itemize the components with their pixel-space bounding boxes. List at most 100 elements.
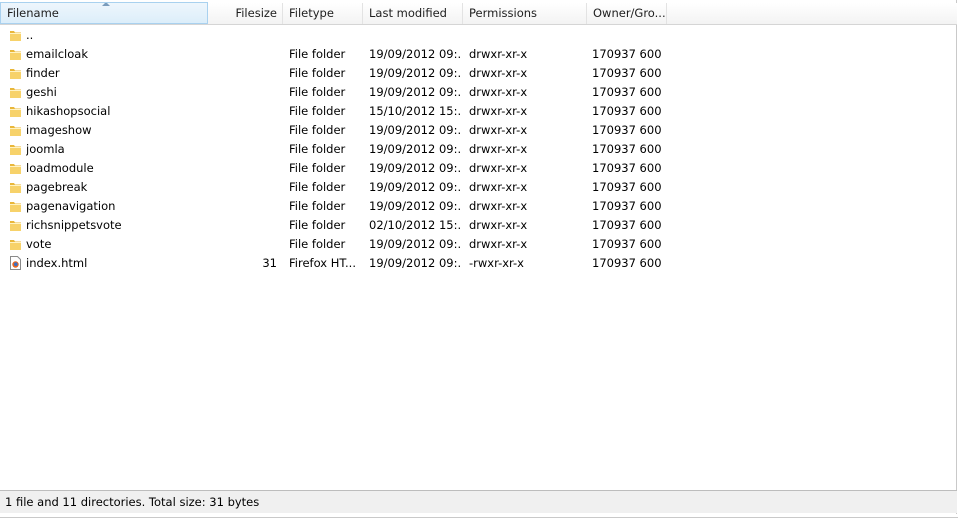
last-modified-cell: 15/10/2012 15:... <box>369 104 461 118</box>
column-header-filesize-label: Filesize <box>235 6 277 20</box>
permissions-cell: drwxr-xr-x <box>469 104 528 118</box>
last-modified-cell <box>369 26 461 45</box>
file-size-cell <box>208 178 277 197</box>
column-header-filetype[interactable]: Filetype <box>283 3 363 24</box>
file-size-cell <box>208 216 277 235</box>
last-modified-cell: 19/09/2012 09:... <box>369 85 461 99</box>
folder-icon <box>9 218 22 232</box>
remote-file-list-pane: Filename Filesize Filetype Last modified… <box>0 0 957 514</box>
last-modified-cell: 19/09/2012 09:... <box>369 256 461 270</box>
file-type-cell: File folder <box>289 47 346 61</box>
folder-icon <box>9 199 22 213</box>
folder-icon <box>9 85 22 99</box>
column-header-filetype-label: Filetype <box>289 6 334 20</box>
last-modified-cell: 19/09/2012 09:... <box>369 66 461 80</box>
file-type-cell: File folder <box>289 142 346 156</box>
file-name-cell: imageshow <box>26 123 92 137</box>
file-size-cell <box>208 235 277 254</box>
file-size-cell <box>208 140 277 159</box>
folder-icon <box>9 66 22 80</box>
table-row[interactable]: emailcloak File folder 19/09/2012 09:... dr… <box>0 45 957 64</box>
table-row[interactable]: imageshow File folder 19/09/2012 09:... drw… <box>0 121 957 140</box>
column-header-bar: Filename Filesize Filetype Last modified… <box>0 2 957 25</box>
status-bar: 1 file and 11 directories. Total size: 3… <box>0 490 957 513</box>
permissions-cell: drwxr-xr-x <box>469 237 528 251</box>
table-row[interactable]: pagebreak File folder 19/09/2012 09:... drw… <box>0 178 957 197</box>
file-type-cell: File folder <box>289 199 346 213</box>
permissions-cell: drwxr-xr-x <box>469 123 528 137</box>
file-list: .. emailcloak File folder 19/09/2012 09:...… <box>0 26 957 273</box>
file-type-cell: File folder <box>289 123 346 137</box>
folder-icon <box>9 104 22 118</box>
owner-group-cell: 170937 600 <box>592 142 662 156</box>
file-size-cell <box>208 102 277 121</box>
permissions-cell: drwxr-xr-x <box>469 218 528 232</box>
column-header-filename[interactable]: Filename <box>0 2 208 24</box>
last-modified-cell: 19/09/2012 09:... <box>369 142 461 156</box>
table-row[interactable]: pagenavigation File folder 19/09/2012 09:.… <box>0 197 957 216</box>
owner-group-cell: 170937 600 <box>592 85 662 99</box>
divider <box>0 517 958 518</box>
status-text: 1 file and 11 directories. Total size: 3… <box>5 495 260 509</box>
owner-group-cell <box>592 26 666 45</box>
owner-group-cell: 170937 600 <box>592 180 662 194</box>
file-type-cell: File folder <box>289 218 346 232</box>
file-name-cell: vote <box>26 237 52 251</box>
file-size-cell <box>208 26 277 45</box>
permissions-cell: drwxr-xr-x <box>469 161 528 175</box>
file-size-cell <box>208 83 277 102</box>
file-size-cell <box>208 159 277 178</box>
permissions-cell: drwxr-xr-x <box>469 85 528 99</box>
folder-icon <box>9 123 22 137</box>
column-header-last-modified[interactable]: Last modified <box>363 3 463 24</box>
file-name-cell: geshi <box>26 85 57 99</box>
column-header-filesize[interactable]: Filesize <box>208 3 283 24</box>
owner-group-cell: 170937 600 <box>592 47 662 61</box>
file-size-cell <box>208 64 277 83</box>
file-type-cell: File folder <box>289 85 346 99</box>
file-size-cell <box>208 121 277 140</box>
column-header-permissions[interactable]: Permissions <box>463 3 587 24</box>
owner-group-cell: 170937 600 <box>592 161 662 175</box>
permissions-cell: drwxr-xr-x <box>469 142 528 156</box>
table-row[interactable]: loadmodule File folder 19/09/2012 09:... dr… <box>0 159 957 178</box>
file-type-cell: File folder <box>289 104 346 118</box>
table-row[interactable]: .. <box>0 26 957 45</box>
table-row[interactable]: richsnippetsvote File folder 02/10/2012 15… <box>0 216 957 235</box>
folder-icon <box>9 180 22 194</box>
file-name-cell: finder <box>26 66 60 80</box>
permissions-cell: drwxr-xr-x <box>469 66 528 80</box>
column-header-last-modified-label: Last modified <box>369 6 447 20</box>
last-modified-cell: 19/09/2012 09:... <box>369 123 461 137</box>
column-header-owner-group[interactable]: Owner/Gro... <box>587 3 667 24</box>
last-modified-cell: 19/09/2012 09:... <box>369 199 461 213</box>
table-row[interactable]: vote File folder 19/09/2012 09:... drwxr-xr… <box>0 235 957 254</box>
owner-group-cell: 170937 600 <box>592 66 662 80</box>
last-modified-cell: 02/10/2012 15:... <box>369 218 461 232</box>
firefox-html-icon <box>9 256 22 270</box>
table-row[interactable]: index.html 31 Firefox HT... 19/09/2012 09:.… <box>0 254 957 273</box>
sort-ascending-icon <box>102 3 110 6</box>
file-size-cell: 31 <box>262 256 277 270</box>
file-type-cell: File folder <box>289 180 346 194</box>
folder-icon <box>9 161 22 175</box>
file-name-cell: pagebreak <box>26 180 88 194</box>
table-row[interactable]: joomla File folder 19/09/2012 09:... drwxr-… <box>0 140 957 159</box>
owner-group-cell: 170937 600 <box>592 123 662 137</box>
file-type-cell: File folder <box>289 161 346 175</box>
table-row[interactable]: hikashopsocial File folder 15/10/2012 15:.… <box>0 102 957 121</box>
permissions-cell: -rwxr-xr-x <box>469 256 524 270</box>
last-modified-cell: 19/09/2012 09:... <box>369 47 461 61</box>
file-name-cell: hikashopsocial <box>26 104 111 118</box>
file-name-cell: emailcloak <box>26 47 88 61</box>
owner-group-cell: 170937 600 <box>592 256 662 270</box>
file-type-cell: Firefox HT... <box>289 256 356 270</box>
table-row[interactable]: geshi File folder 19/09/2012 09:... drwxr-x… <box>0 83 957 102</box>
file-name-cell: .. <box>26 28 34 42</box>
table-row[interactable]: finder File folder 19/09/2012 09:... drwxr-… <box>0 64 957 83</box>
folder-icon <box>9 28 22 42</box>
permissions-cell: drwxr-xr-x <box>469 199 528 213</box>
column-header-owner-group-label: Owner/Gro... <box>593 6 666 20</box>
file-name-cell: loadmodule <box>26 161 94 175</box>
permissions-cell: drwxr-xr-x <box>469 47 528 61</box>
